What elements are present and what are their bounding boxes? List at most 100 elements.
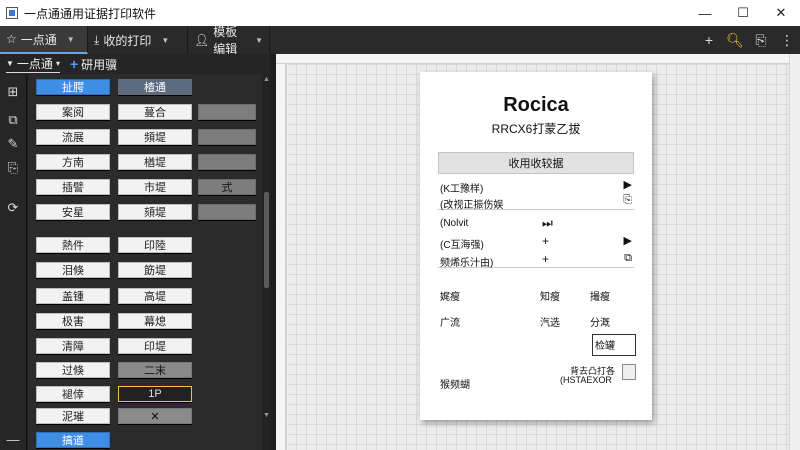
footer-note[interactable]: (HSTAEXOR xyxy=(560,375,612,385)
footer-label[interactable]: 猴频蝴 xyxy=(440,376,470,391)
palette-button[interactable]: 熱件 xyxy=(36,237,110,253)
palette-button[interactable]: 插譬 xyxy=(36,179,110,195)
search-icon[interactable]: 🔍︎ xyxy=(722,32,748,49)
copy-icon[interactable]: ⎘ xyxy=(5,160,21,176)
add-icon[interactable]: + xyxy=(696,32,722,48)
toolbar-template-label: 模板编辑 xyxy=(213,25,238,56)
scroll-up-icon[interactable]: ▲ xyxy=(263,76,270,83)
receipt-row[interactable]: 频烯乐汁由) + ⧉ xyxy=(438,252,634,269)
palette-button[interactable]: 极害 xyxy=(36,313,110,329)
palette-button[interactable]: 清障 xyxy=(36,338,110,354)
receipt-subtitle[interactable]: RRCX6打蒙乙拔 xyxy=(420,120,652,137)
chevron-down-icon: ▼ xyxy=(255,35,263,45)
grid-cell[interactable]: 知瘦 xyxy=(540,288,560,303)
document-icon[interactable]: ⎘ xyxy=(623,194,632,207)
minimize-button[interactable]: — xyxy=(686,0,724,26)
refresh-icon[interactable]: ⟳ xyxy=(5,200,21,216)
palette-scrollbar[interactable]: ▲ ▼ xyxy=(262,74,271,450)
palette-side-button[interactable]: 式 xyxy=(198,179,256,195)
row-label: (K工豫样) xyxy=(440,184,484,195)
palette-button[interactable]: 过倏 xyxy=(36,362,110,378)
palette-button[interactable]: 楢堤 xyxy=(118,154,192,170)
grid-cell[interactable]: 撮瘦 xyxy=(590,288,610,303)
receipt-template[interactable]: Rocica RRCX6打蒙乙拔 收用收较据 (K工豫样) ▶ (改视正振伤娱 … xyxy=(420,72,652,420)
component-palette: 扯腭 楂通 案阅 蔓合 流展 頻堤 方南 楢堤 插譬 市堤 式 安星 頦堤 熱件… xyxy=(28,74,262,450)
palette-button[interactable]: 盖锺 xyxy=(36,288,110,304)
palette-button[interactable]: 高堤 xyxy=(118,288,192,304)
receipt-row[interactable]: (Nolvit ⏭ xyxy=(438,216,634,232)
grid-cell[interactable]: 分溉 xyxy=(590,314,610,329)
close-button[interactable]: ✕ xyxy=(762,0,800,26)
palette-button[interactable]: 幕熄 xyxy=(118,313,192,329)
toolbar-home-label: 一点通 xyxy=(20,32,57,47)
palette-button-selected[interactable]: 1P xyxy=(118,386,192,402)
palette-slot[interactable] xyxy=(198,104,256,120)
toolbar-home-button[interactable]: ☆ 一点通 ▼ xyxy=(0,26,88,54)
palette-button[interactable]: 扯腭 xyxy=(36,79,110,95)
palette-tabstrip: ▼ 一点通 ▾ + 研用骥 xyxy=(0,54,270,74)
add-tab-button[interactable]: + 研用骥 xyxy=(70,56,117,73)
palette-button[interactable]: 市堤 xyxy=(118,179,192,195)
palette-button[interactable]: 印陸 xyxy=(118,237,192,253)
palette-button[interactable]: 褪倖 xyxy=(36,386,110,402)
palette-button[interactable]: 泥璀 xyxy=(36,408,110,424)
receipt-header[interactable]: 收用收较据 xyxy=(438,152,634,174)
tab-home-label: 一点通 xyxy=(16,57,53,71)
chevron-down-icon: ▼ xyxy=(66,34,75,44)
expand-icon[interactable]: ⧉ xyxy=(624,252,632,265)
palette-button[interactable]: 案阅 xyxy=(36,104,110,120)
left-ruler xyxy=(276,64,286,450)
play-icon[interactable]: ▶ xyxy=(624,178,632,191)
palette-slot[interactable] xyxy=(198,204,256,220)
grid-icon[interactable]: ⊞ xyxy=(5,84,21,100)
palette-slot[interactable] xyxy=(198,129,256,145)
export-icon[interactable]: ⎘ xyxy=(748,32,774,49)
palette-button[interactable]: 搞道 xyxy=(36,432,110,448)
qr-code-placeholder[interactable] xyxy=(622,364,636,380)
scroll-down-icon[interactable]: ▼ xyxy=(263,412,270,419)
palette-button[interactable]: 頦堤 xyxy=(118,204,192,220)
palette-button[interactable]: 二末 xyxy=(118,362,192,378)
toolbar-template-button[interactable]: 👤︎ 模板编辑 ▼ xyxy=(188,25,270,56)
print-icon: ⤓ xyxy=(94,32,100,47)
receipt-row[interactable]: (C互海强) + ▶ xyxy=(438,234,634,251)
plus-icon[interactable]: + xyxy=(542,234,549,248)
palette-button[interactable]: 安星 xyxy=(36,204,110,220)
skip-icon[interactable]: ⏭ xyxy=(542,216,553,231)
maximize-button[interactable]: ☐ xyxy=(724,0,762,26)
stamp-box[interactable]: 检罐 xyxy=(592,334,636,356)
receipt-row[interactable]: (改视正振伤娱 ⎘ xyxy=(438,194,634,211)
toolbar-right-actions: + 🔍︎ ⎘ ⋮ xyxy=(696,26,800,54)
scan-icon[interactable]: ⧉ xyxy=(5,112,21,128)
canvas-scrollbar[interactable] xyxy=(789,54,800,450)
palette-button[interactable]: 方南 xyxy=(36,154,110,170)
palette-button[interactable]: 頻堤 xyxy=(118,129,192,145)
palette-slot[interactable] xyxy=(198,154,256,170)
grid-cell[interactable]: 广流 xyxy=(440,314,460,329)
receipt-title[interactable]: Rocica xyxy=(420,94,652,117)
palette-button[interactable]: ✕ xyxy=(118,408,192,424)
palette-button[interactable]: 印堤 xyxy=(118,338,192,354)
palette-button[interactable]: 筯堤 xyxy=(118,262,192,278)
tab-home[interactable]: ▼ 一点通 ▾ xyxy=(6,55,60,73)
palette-button[interactable]: 楂通 xyxy=(118,79,192,95)
toolbar-print-label: 收的打印 xyxy=(103,33,152,48)
icon-rail: ⊞ ⧉ ✎ ⎘ ⟳ — xyxy=(0,74,27,450)
star-icon: ☆ xyxy=(6,32,17,46)
palette-button[interactable]: 蔓合 xyxy=(118,104,192,120)
receipt-row[interactable]: (K工豫样) ▶ xyxy=(438,178,634,195)
more-icon[interactable]: ⋮ xyxy=(774,32,800,49)
row-label: 频烯乐汁由) xyxy=(440,258,494,269)
palette-button[interactable]: 泪倏 xyxy=(36,262,110,278)
grid-cell[interactable]: 娓瘦 xyxy=(440,288,460,303)
scrollbar-thumb[interactable] xyxy=(264,192,269,288)
grid-cell[interactable]: 汽选 xyxy=(540,314,560,329)
minus-icon[interactable]: — xyxy=(5,432,21,448)
row-label: (改视正振伤娱 xyxy=(440,200,504,211)
plus-icon[interactable]: + xyxy=(542,252,549,266)
top-ruler xyxy=(276,54,800,64)
toolbar-print-button[interactable]: ⤓ 收的打印 ▼ xyxy=(88,26,188,54)
pencil-icon[interactable]: ✎ xyxy=(5,136,21,152)
play-icon[interactable]: ▶ xyxy=(624,234,632,247)
palette-button[interactable]: 流展 xyxy=(36,129,110,145)
